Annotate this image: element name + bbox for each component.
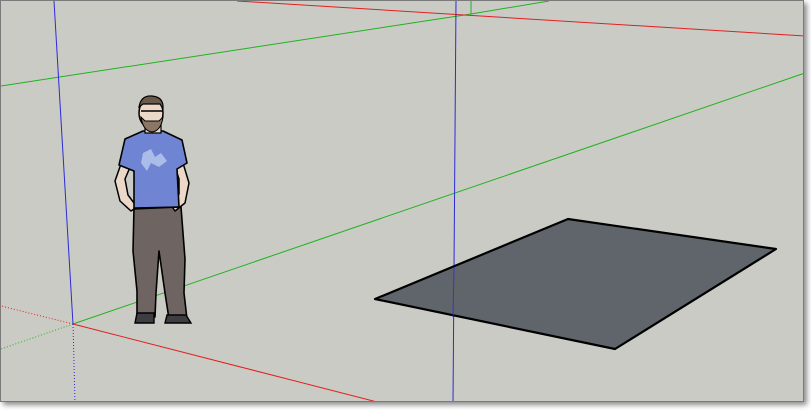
green-axis-dotted bbox=[1, 323, 74, 350]
person-pants bbox=[132, 206, 188, 320]
green-guide-line bbox=[1, 13, 472, 87]
red-axis-line bbox=[72, 323, 376, 401]
blue-axis-dotted bbox=[72, 323, 76, 401]
person-shoe-right bbox=[164, 314, 193, 324]
drawing-viewport[interactable] bbox=[0, 0, 804, 402]
red-axis-dotted bbox=[1, 305, 74, 325]
blue-guide-line bbox=[452, 1, 457, 401]
person-figure-icon[interactable] bbox=[114, 95, 193, 324]
green-guide-line-short bbox=[470, 1, 550, 15]
person-shoe-left bbox=[134, 312, 155, 324]
3d-scene[interactable] bbox=[1, 1, 804, 402]
rectangle-face[interactable] bbox=[373, 217, 778, 351]
person-belt bbox=[133, 206, 181, 209]
blue-axis-line bbox=[53, 1, 74, 325]
